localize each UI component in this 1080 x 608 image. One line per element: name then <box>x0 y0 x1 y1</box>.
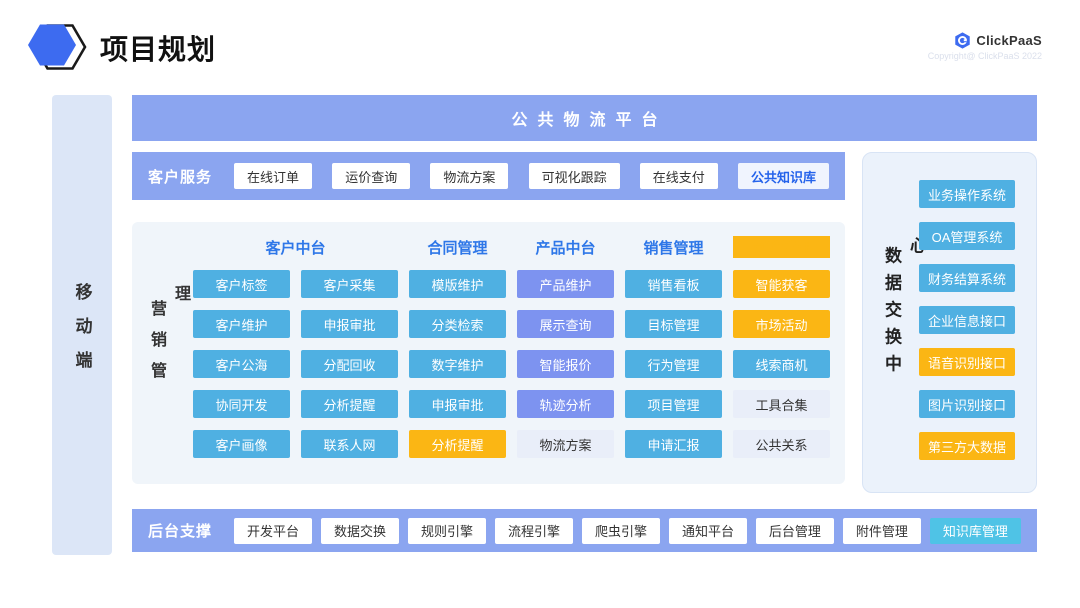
backend-support-label: 后台支撑 <box>148 520 212 541</box>
backend-tile: 爬虫引擎 <box>582 518 660 544</box>
backend-support-items: 开发平台 数据交换 规则引擎 流程引擎 爬虫引擎 通知平台 后台管理 附件管理 … <box>234 518 1021 544</box>
matrix-cell: 智能报价 <box>517 350 614 378</box>
matrix-cell: 客户公海 <box>193 350 290 378</box>
matrix-column-header: 客户中台 <box>193 236 398 258</box>
mobile-side-bar: 移动端 <box>52 95 112 555</box>
exchange-tile: 语音识别接口 <box>919 348 1015 376</box>
matrix-grid: 客户中台 合同管理 产品中台 销售管理 营销管理 客户标签 客户采集 模版维护 … <box>193 236 830 458</box>
exchange-tile: OA管理系统 <box>919 222 1015 250</box>
matrix-cell: 分配回收 <box>301 350 398 378</box>
matrix-cell: 申请汇报 <box>625 430 722 458</box>
matrix-cell: 申报审批 <box>409 390 506 418</box>
matrix-cell: 客户标签 <box>193 270 290 298</box>
exchange-tile: 第三方大数据 <box>919 432 1015 460</box>
clickpaas-logo-icon <box>954 32 971 49</box>
matrix-cell: 分析提醒 <box>301 390 398 418</box>
matrix-cell: 联系人网 <box>301 430 398 458</box>
exchange-tile: 财务结算系统 <box>919 264 1015 292</box>
matrix-cell: 项目管理 <box>625 390 722 418</box>
matrix-cell: 公共关系 <box>733 430 830 458</box>
matrix-cell: 产品维护 <box>517 270 614 298</box>
title-hexagon-icon <box>26 14 92 80</box>
matrix-cell: 工具合集 <box>733 390 830 418</box>
data-exchange-items: 业务操作系统 OA管理系统 财务结算系统 企业信息接口 语音识别接口 图片识别接… <box>919 180 1015 460</box>
matrix-cell: 目标管理 <box>625 310 722 338</box>
backend-tile: 附件管理 <box>843 518 921 544</box>
platform-banner-title: 公共物流平台 <box>501 106 667 130</box>
page-title: 项目规划 <box>100 28 216 68</box>
brand-name: ClickPaaS <box>976 33 1042 48</box>
brand-block: ClickPaaS Copyright@ ClickPaaS 2022 <box>928 32 1042 61</box>
matrix-column-header: 销售管理 <box>625 236 722 258</box>
matrix-cell: 模版维护 <box>409 270 506 298</box>
customer-service-label: 客户服务 <box>148 166 212 187</box>
marketing-matrix-panel: 营销管理 客户中台 合同管理 产品中台 销售管理 营销管理 客户标签 客户采集 … <box>132 222 845 484</box>
backend-tile: 后台管理 <box>756 518 834 544</box>
backend-tile: 开发平台 <box>234 518 312 544</box>
exchange-tile: 业务操作系统 <box>919 180 1015 208</box>
service-tile: 在线支付 <box>640 163 718 189</box>
matrix-cell: 分析提醒 <box>409 430 506 458</box>
backend-tile: 规则引擎 <box>408 518 486 544</box>
exchange-tile: 企业信息接口 <box>919 306 1015 334</box>
matrix-cell: 物流方案 <box>517 430 614 458</box>
service-tile: 公共知识库 <box>738 163 829 189</box>
matrix-cell: 行为管理 <box>625 350 722 378</box>
backend-tile: 流程引擎 <box>495 518 573 544</box>
backend-tile: 知识库管理 <box>930 518 1021 544</box>
backend-support-bar: 后台支撑 开发平台 数据交换 规则引擎 流程引擎 爬虫引擎 通知平台 后台管理 … <box>132 509 1037 552</box>
matrix-cell: 分类检索 <box>409 310 506 338</box>
customer-service-bar: 客户服务 在线订单 运价查询 物流方案 可视化跟踪 在线支付 公共知识库 <box>132 152 845 200</box>
data-exchange-panel: 数据交换中心 业务操作系统 OA管理系统 财务结算系统 企业信息接口 语音识别接… <box>862 152 1037 493</box>
mobile-side-label: 移动端 <box>70 266 95 385</box>
matrix-column-header: 产品中台 <box>517 236 614 258</box>
exchange-tile: 图片识别接口 <box>919 390 1015 418</box>
matrix-row-label: 营销管理 <box>144 285 192 416</box>
service-tile: 物流方案 <box>430 163 508 189</box>
matrix-cell: 轨迹分析 <box>517 390 614 418</box>
platform-banner: 公共物流平台 <box>132 95 1037 141</box>
matrix-column-header: 合同管理 <box>409 236 506 258</box>
backend-tile: 数据交换 <box>321 518 399 544</box>
matrix-cell: 客户采集 <box>301 270 398 298</box>
matrix-cell: 销售看板 <box>625 270 722 298</box>
brand-copyright: Copyright@ ClickPaaS 2022 <box>928 51 1042 61</box>
matrix-cell: 客户维护 <box>193 310 290 338</box>
matrix-cell: 协同开发 <box>193 390 290 418</box>
matrix-column-header: 营销管理 <box>733 236 830 258</box>
matrix-cell: 客户画像 <box>193 430 290 458</box>
service-tile: 在线订单 <box>234 163 312 189</box>
matrix-cell: 申报审批 <box>301 310 398 338</box>
service-tile: 可视化跟踪 <box>529 163 620 189</box>
customer-service-items: 在线订单 运价查询 物流方案 可视化跟踪 在线支付 公共知识库 <box>234 163 829 189</box>
matrix-cell: 展示查询 <box>517 310 614 338</box>
matrix-cell: 数字维护 <box>409 350 506 378</box>
matrix-cell: 市场活动 <box>733 310 830 338</box>
backend-tile: 通知平台 <box>669 518 747 544</box>
matrix-cell: 智能获客 <box>733 270 830 298</box>
matrix-cell: 线索商机 <box>733 350 830 378</box>
service-tile: 运价查询 <box>332 163 410 189</box>
